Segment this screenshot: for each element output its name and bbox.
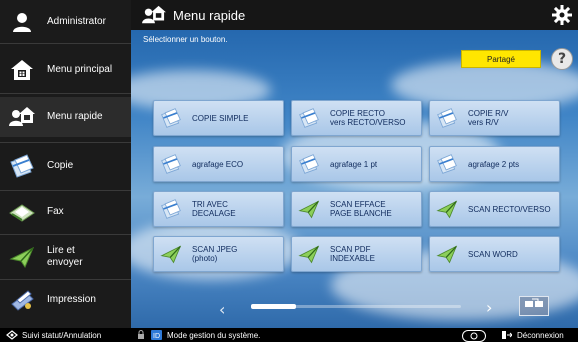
tile-copie-recto-verso[interactable]: COPIE RECTO vers RECTO/VERSO xyxy=(291,100,422,136)
shared-button[interactable]: Partagé xyxy=(461,50,541,68)
tile-label: SCAN EFFACE PAGE BLANCHE xyxy=(330,200,392,218)
tile-scan-pdf-indexable[interactable]: SCAN PDF INDEXABLE xyxy=(291,236,422,272)
system-mode-indicator: ID Mode gestion du système. xyxy=(137,330,260,340)
logout-label: Déconnexion xyxy=(517,330,564,340)
tile-label: SCAN RECTO/VERSO xyxy=(468,204,551,214)
scan-send-icon xyxy=(298,243,320,265)
tile-label: SCAN WORD xyxy=(468,249,518,259)
sidebar-item-fax[interactable]: Fax xyxy=(0,194,131,230)
next-page-button[interactable]: › xyxy=(486,298,492,317)
expand-icon xyxy=(524,297,544,315)
sidebar: Administrator Menu principal Menu rapide… xyxy=(0,0,131,328)
divider xyxy=(0,43,131,44)
status-cancel-label: Suivi statut/Annulation xyxy=(22,330,102,340)
counter-pill[interactable] xyxy=(462,330,486,342)
header-bar: Menu rapide xyxy=(131,0,578,30)
divider xyxy=(0,234,131,235)
copy-icon xyxy=(436,107,458,129)
reset-icon xyxy=(470,332,478,340)
copy-icon xyxy=(160,107,182,129)
lock-icon xyxy=(137,330,145,340)
scan-send-icon xyxy=(9,244,35,270)
tile-label: SCAN PDF INDEXABLE xyxy=(330,245,375,263)
help-button[interactable]: ? xyxy=(551,48,573,70)
svg-text:ID: ID xyxy=(153,333,160,340)
tile-scan-recto-verso[interactable]: SCAN RECTO/VERSO xyxy=(429,191,560,227)
tile-label: SCAN JPEG (photo) xyxy=(192,245,238,263)
sidebar-item-administrator[interactable]: Administrator xyxy=(0,6,131,38)
sidebar-item-print[interactable]: Impression xyxy=(0,283,131,317)
sidebar-item-quick-menu[interactable]: Menu rapide xyxy=(0,97,131,137)
quick-menu-icon xyxy=(141,4,167,26)
page-title: Menu rapide xyxy=(173,7,246,23)
prev-page-button[interactable]: ‹ xyxy=(219,300,225,319)
system-mode-label: Mode gestion du système. xyxy=(167,330,261,340)
status-bar: Suivi statut/Annulation ID Mode gestion … xyxy=(0,328,578,342)
divider xyxy=(0,142,131,143)
id-icon: ID xyxy=(151,330,162,340)
copy-icon xyxy=(160,153,182,175)
sidebar-item-main-menu[interactable]: Menu principal xyxy=(0,52,131,88)
tile-agrafage-2pts[interactable]: agrafage 2 pts xyxy=(429,146,560,182)
home-icon xyxy=(9,57,35,83)
logout-button[interactable]: Déconnexion xyxy=(502,330,564,340)
tile-scan-efface-page-blanche[interactable]: SCAN EFFACE PAGE BLANCHE xyxy=(291,191,422,227)
sidebar-item-label: Copie xyxy=(47,160,74,171)
tile-label: COPIE R/V vers R/V xyxy=(468,109,509,127)
tile-copie-simple[interactable]: COPIE SIMPLE xyxy=(153,100,284,136)
logout-indicator[interactable] xyxy=(462,330,486,342)
copy-icon xyxy=(436,153,458,175)
tile-agrafage-1pt[interactable]: agrafage 1 pt xyxy=(291,146,422,182)
sidebar-item-scan-send[interactable]: Lire et envoyer xyxy=(0,238,131,276)
scrollbar-thumb[interactable] xyxy=(251,304,296,309)
sidebar-item-label: Fax xyxy=(47,206,64,217)
divider xyxy=(0,279,131,280)
sidebar-item-label: Impression xyxy=(47,294,96,305)
tile-label: TRI AVEC DECALAGE xyxy=(192,200,236,218)
scan-send-icon xyxy=(436,243,458,265)
tile-copie-rv[interactable]: COPIE R/V vers R/V xyxy=(429,100,560,136)
gear-icon[interactable] xyxy=(552,5,572,25)
sidebar-item-label: Administrator xyxy=(47,16,106,27)
logout-icon xyxy=(502,330,512,340)
user-icon xyxy=(9,9,35,35)
scan-send-icon xyxy=(298,198,320,220)
tile-label: agrafage 1 pt xyxy=(330,159,378,169)
tile-label: agrafage 2 pts xyxy=(468,159,520,169)
expand-view-button[interactable] xyxy=(519,296,549,316)
divider xyxy=(0,190,131,191)
sidebar-item-label: Menu rapide xyxy=(47,111,103,122)
tile-label: COPIE RECTO vers RECTO/VERSO xyxy=(330,109,406,127)
tile-scan-jpeg[interactable]: SCAN JPEG (photo) xyxy=(153,236,284,272)
copy-icon xyxy=(298,153,320,175)
sidebar-item-label: Menu principal xyxy=(47,64,113,75)
tile-agrafage-eco[interactable]: agrafage ECO xyxy=(153,146,284,182)
print-icon xyxy=(9,287,35,313)
sidebar-item-label: Lire et envoyer xyxy=(47,245,83,268)
main-panel: Menu rapide Sélectionner un bouton. Part… xyxy=(131,0,578,328)
tile-scan-word[interactable]: SCAN WORD xyxy=(429,236,560,272)
copy-icon xyxy=(298,107,320,129)
divider xyxy=(0,93,131,94)
tile-tri-avec-decalage[interactable]: TRI AVEC DECALAGE xyxy=(153,191,284,227)
page-scrollbar[interactable] xyxy=(251,304,461,309)
sidebar-item-copy[interactable]: Copie xyxy=(0,146,131,186)
copy-icon xyxy=(9,153,35,179)
copy-icon xyxy=(160,198,182,220)
tile-label: agrafage ECO xyxy=(192,159,244,169)
status-cancel-button[interactable]: Suivi statut/Annulation xyxy=(6,330,101,340)
quick-menu-icon xyxy=(9,104,35,130)
status-monitor-icon xyxy=(6,330,18,340)
scan-send-icon xyxy=(160,243,182,265)
fax-icon xyxy=(9,199,35,225)
tile-label: COPIE SIMPLE xyxy=(192,113,249,123)
scan-send-icon xyxy=(436,198,458,220)
instruction-text: Sélectionner un bouton. xyxy=(143,35,228,44)
